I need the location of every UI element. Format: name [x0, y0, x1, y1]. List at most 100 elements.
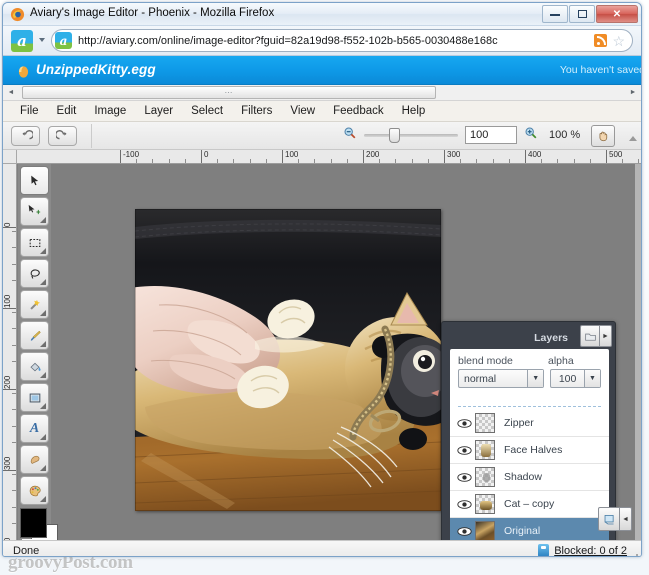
cat-photo-canvas[interactable] — [135, 209, 441, 511]
minimize-button[interactable] — [542, 5, 568, 23]
layer-thumbnail[interactable] — [475, 440, 495, 460]
text-tool[interactable]: A — [20, 414, 49, 443]
ruler-label-h: 0 — [201, 150, 208, 163]
menu-filters[interactable]: Filters — [232, 103, 281, 119]
move-tool[interactable] — [20, 197, 49, 226]
paint-bucket-tool[interactable] — [20, 352, 49, 381]
table-row[interactable]: Zipper — [450, 410, 609, 437]
alpha-value: 100 — [558, 372, 577, 385]
zoom-input[interactable]: 100 — [465, 126, 517, 144]
menu-help[interactable]: Help — [393, 103, 435, 119]
menu-view[interactable]: View — [281, 103, 324, 119]
color-palette-tool[interactable] — [20, 476, 49, 505]
canvas-vertical-scrollbar[interactable] — [635, 164, 641, 540]
zoom-slider-track[interactable] — [364, 134, 458, 137]
ruler-label-v: 300 — [3, 457, 16, 471]
ruler-tick-h — [638, 159, 640, 163]
alpha-label: alpha — [548, 355, 574, 367]
star-bookmark-icon[interactable]: ☆ — [612, 34, 625, 48]
layer-thumbnail[interactable] — [475, 467, 495, 487]
visibility-eye-icon[interactable] — [456, 499, 473, 510]
rectangular-marquee-tool[interactable] — [20, 228, 49, 257]
foreground-color-swatch[interactable] — [20, 508, 47, 538]
favicon: a — [55, 32, 72, 49]
scrollbar-thumb[interactable]: ⋯ — [22, 86, 436, 99]
smudge-tool[interactable] — [20, 445, 49, 474]
blocked-count-label[interactable]: Blocked: 0 of 2 — [554, 545, 627, 557]
layer-thumbnail[interactable] — [475, 413, 495, 433]
zoom-slider-knob[interactable] — [389, 128, 400, 143]
menu-feedback[interactable]: Feedback — [324, 103, 393, 119]
menu-select[interactable]: Select — [182, 103, 232, 119]
zoom-in-icon[interactable] — [524, 126, 538, 145]
url-text[interactable]: http://aviary.com/online/image-editor?fg… — [78, 35, 594, 47]
ruler-tick-h — [541, 159, 543, 163]
layer-thumbnail[interactable] — [475, 494, 495, 514]
color-swatches[interactable] — [18, 508, 58, 540]
zoom-slider[interactable] — [364, 125, 458, 145]
menu-edit[interactable]: Edit — [48, 103, 86, 119]
chevron-down-icon[interactable]: ▼ — [584, 370, 600, 387]
pointer-tool[interactable] — [20, 166, 49, 195]
ruler-tick-v — [12, 263, 16, 265]
ruler-label-v: 0 — [3, 215, 16, 228]
ruler-tick-v — [12, 393, 16, 395]
chevron-down-icon[interactable] — [39, 38, 45, 42]
chevron-down-icon[interactable]: ▼ — [527, 370, 544, 387]
status-right-group: Blocked: 0 of 2 — [538, 544, 627, 557]
maximize-button[interactable] — [569, 5, 595, 23]
scroll-left-arrow-icon[interactable]: ◄ — [3, 85, 19, 100]
panel-restore-icon[interactable] — [580, 325, 600, 347]
ruler-label-h: 400 — [525, 150, 541, 163]
close-button[interactable]: ✕ — [596, 5, 638, 23]
egg-file-icon — [17, 63, 30, 78]
paintbrush-tool[interactable] — [20, 321, 49, 350]
zoom-out-icon[interactable] — [343, 126, 357, 145]
magic-wand-tool[interactable] — [20, 290, 49, 319]
alpha-select[interactable]: 100 ▼ — [550, 369, 601, 388]
layer-name: Zipper — [504, 417, 534, 429]
resize-grip[interactable] — [629, 550, 639, 556]
panel-collapse-icon[interactable]: ► — [600, 325, 612, 347]
scroll-right-arrow-icon[interactable]: ► — [625, 85, 641, 100]
lasso-tool[interactable] — [20, 259, 49, 288]
ruler-label-v: 100 — [3, 295, 16, 309]
menu-image[interactable]: Image — [85, 103, 135, 119]
scrollbar-track[interactable]: ⋯ — [19, 85, 625, 100]
gradient-tool[interactable] — [20, 383, 49, 412]
ruler-tick-v — [12, 279, 16, 281]
ruler-tick-h — [622, 159, 624, 163]
layer-thumbnail[interactable] — [475, 521, 495, 540]
url-bar[interactable]: a http://aviary.com/online/image-editor?… — [51, 29, 633, 52]
table-row[interactable]: Cat – copy — [450, 491, 609, 518]
visibility-eye-icon[interactable] — [456, 418, 473, 429]
navigator-panel-icon[interactable] — [598, 507, 620, 531]
ruler-tick-v — [12, 490, 16, 492]
blocked-shield-icon[interactable] — [538, 544, 550, 556]
page-horizontal-scrollbar[interactable]: ◄ ⋯ ► — [3, 85, 641, 101]
visibility-eye-icon[interactable] — [456, 526, 473, 537]
layers-panel-body: blend mode alpha normal ▼ 100 ▼ Zipper F… — [450, 349, 609, 540]
menu-layer[interactable]: Layer — [135, 103, 182, 119]
menu-file[interactable]: File — [11, 103, 48, 119]
scroll-up-icon[interactable] — [629, 136, 637, 141]
hand-tool-button[interactable] — [591, 125, 615, 147]
ruler-tick-h — [508, 159, 510, 163]
site-identity-button[interactable]: a — [11, 30, 33, 52]
rss-feed-icon[interactable] — [594, 34, 608, 47]
blend-mode-value: normal — [464, 372, 497, 385]
redo-button[interactable] — [48, 125, 77, 146]
undo-button[interactable] — [11, 125, 40, 146]
table-row[interactable]: Shadow — [450, 464, 609, 491]
table-row[interactable]: Face Halves — [450, 437, 609, 464]
ruler-tick-v — [12, 247, 16, 249]
ruler-tick-h — [298, 159, 300, 163]
visibility-eye-icon[interactable] — [456, 472, 473, 483]
ruler-tick-h — [573, 159, 575, 163]
visibility-eye-icon[interactable] — [456, 445, 473, 456]
panel-expand-icon[interactable]: ◄ — [620, 507, 632, 531]
ruler-tick-h — [589, 159, 591, 163]
table-row[interactable]: Original — [450, 518, 609, 540]
blend-mode-select[interactable]: normal ▼ — [458, 369, 545, 388]
ruler-tick-h — [152, 159, 154, 163]
